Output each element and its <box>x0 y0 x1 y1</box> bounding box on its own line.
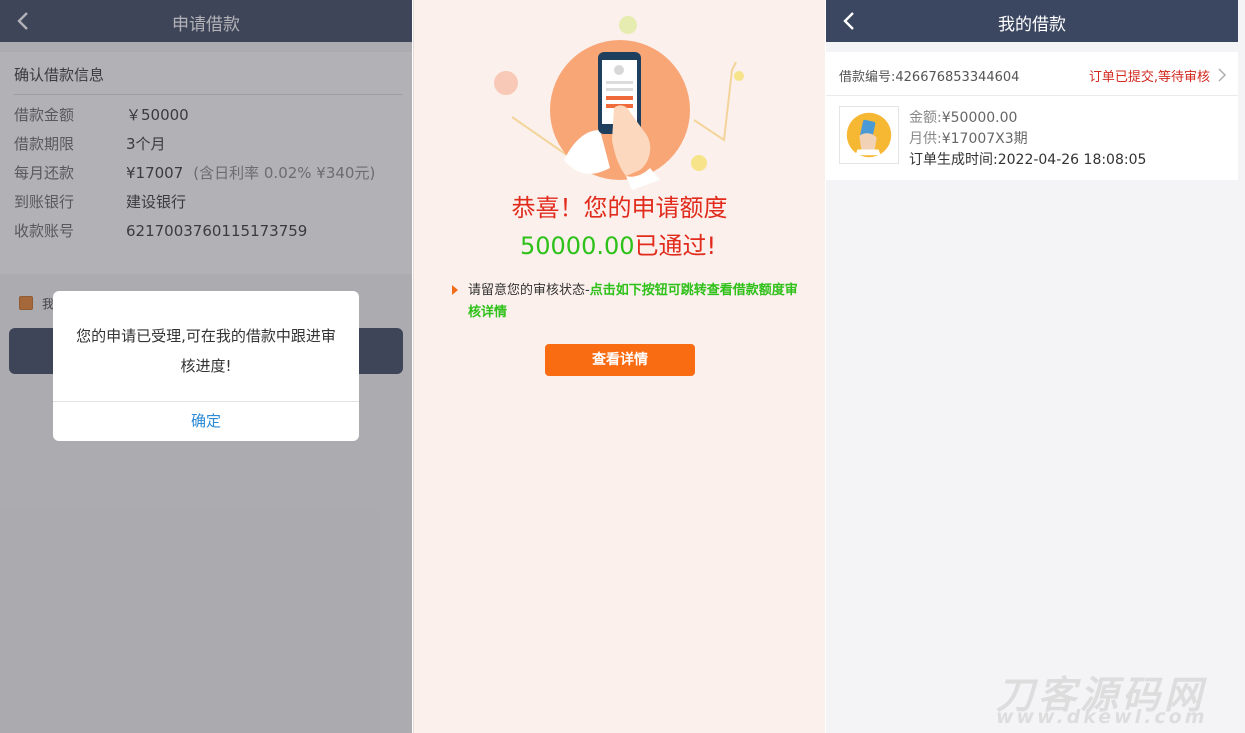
dialog-message: 您的申请已受理,可在我的借款中跟进审核进度! <box>76 327 336 375</box>
phone-hand-illustration <box>494 16 744 190</box>
loan-monthly: 月供:¥17007X3期 <box>909 128 1028 148</box>
approved-text: 已通过! <box>634 232 717 260</box>
result-title: 恭喜！您的申请额度 <box>511 194 728 222</box>
apply-panel: 申请借款 确认借款信息 借款金额 ￥50000 借款期限 3个月 每月还款 ¥1700… <box>0 0 412 733</box>
confirm-dialog: 您的申请已受理,可在我的借款中跟进审核进度! 确定 <box>53 291 359 441</box>
caret-right-icon <box>452 285 458 295</box>
loan-order-card[interactable]: 借款编号:426676853344604 订单已提交,等待审核 金额:¥5000… <box>826 52 1238 180</box>
loans-nav-bar: 我的借款 <box>826 0 1238 42</box>
loans-panel: 我的借款 借款编号:426676853344604 订单已提交,等待审核 金额:… <box>826 0 1245 733</box>
result-panel: 恭喜！您的申请额度 50000.00已通过! 请留意您的审核状态-点击如下按钮可… <box>413 0 825 733</box>
chevron-right-icon <box>1218 68 1226 82</box>
card-hand-icon <box>839 106 899 164</box>
amount-value: ¥50000.00 <box>941 110 1018 126</box>
view-details-button[interactable]: 查看详情 <box>545 344 695 376</box>
order-id-label: 借款编号: <box>839 70 896 85</box>
order-created: 订单生成时间:2022-04-26 18:08:05 <box>909 149 1146 169</box>
order-id-value: 426676853344604 <box>895 70 1020 85</box>
watermark-logo: 刀客源码网 www.dkewl.com <box>996 673 1208 728</box>
approved-amount: 50000.00 <box>520 232 635 260</box>
tip-prefix: 请留意您的审核状态- <box>468 283 590 298</box>
order-id: 借款编号:426676853344604 <box>839 66 1019 85</box>
divider <box>826 95 1238 96</box>
review-tip: 请留意您的审核状态-点击如下按钮可跳转查看借款额度审核详情 <box>468 280 798 324</box>
confirm-button[interactable]: 确定 <box>53 402 359 441</box>
loan-amount: 金额:¥50000.00 <box>909 107 1017 127</box>
result-subtitle: 50000.00已通过! <box>520 226 716 261</box>
amount-label: 金额: <box>909 110 942 126</box>
created-value: 2022-04-26 18:08:05 <box>997 152 1147 168</box>
monthly-label: 月供: <box>909 131 942 147</box>
order-status: 订单已提交,等待审核 <box>1088 70 1210 85</box>
page-title: 我的借款 <box>998 15 1066 35</box>
screen-root: 申请借款 确认借款信息 借款金额 ￥50000 借款期限 3个月 每月还款 ¥1700… <box>0 0 1245 733</box>
monthly-value: ¥17007X3期 <box>941 131 1028 147</box>
created-label: 订单生成时间: <box>909 152 998 168</box>
